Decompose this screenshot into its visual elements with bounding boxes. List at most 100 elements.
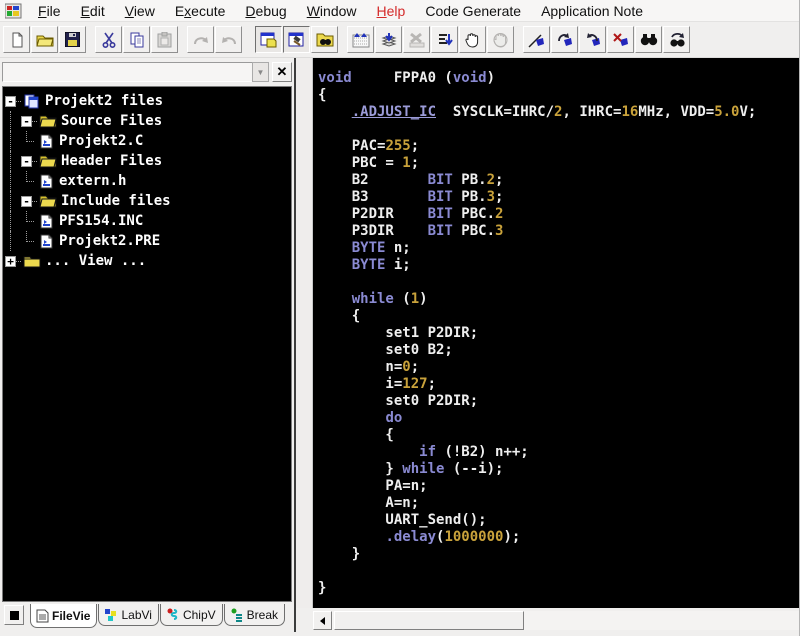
tab-label: ChipV (183, 608, 216, 622)
tree-guide-elbow (19, 231, 35, 251)
stop-button[interactable] (4, 605, 24, 625)
collapse-box-icon[interactable]: - (5, 96, 16, 107)
ide-window: FileEditViewExecuteDebugWindowHelpCode G… (0, 0, 800, 636)
project-file-tree[interactable]: -Projekt2 files-Source FilesProjekt2.C-H… (2, 86, 292, 602)
tree-item-header-files[interactable]: -Header Files (3, 151, 291, 171)
collapse-box-icon[interactable]: - (21, 156, 32, 167)
tree-item-source-files[interactable]: -Source Files (3, 111, 291, 131)
tree-item-include-files[interactable]: -Include files (3, 191, 291, 211)
code-line: UART_Send(); (318, 512, 799, 529)
tree-item-view[interactable]: +... View ... (3, 251, 291, 271)
find-next-button[interactable] (663, 26, 690, 53)
tab-labvi[interactable]: LabVi (98, 604, 158, 626)
find-in-files-button[interactable] (311, 26, 338, 53)
flag-red-x-icon (612, 32, 630, 48)
tree-guide-line (3, 131, 19, 151)
main-area: ▼ ✕ -Projekt2 files-Source FilesProjekt2… (0, 58, 799, 636)
editor-body: void FPPA0 (void){ .ADJUST_IC SYSCLK=IHR… (296, 58, 799, 608)
tree-item-pfs154-inc[interactable]: PFS154.INC (3, 211, 291, 231)
prev-breakpoint-button[interactable] (579, 26, 606, 53)
menu-item-application-note[interactable]: Application Note (531, 1, 653, 21)
code-line: } while (--i); (318, 461, 799, 478)
project-window-button[interactable] (255, 26, 282, 53)
clear-breakpoints-button[interactable] (607, 26, 634, 53)
tree-guide-stub (32, 201, 37, 202)
cut-button[interactable] (95, 26, 122, 53)
code-line: P2DIR BIT PBC.2 (318, 206, 799, 223)
tree-filter-combobox[interactable] (2, 62, 252, 82)
tree-item-label: Projekt2.PRE (59, 233, 160, 249)
list-down-arrow-icon (437, 32, 453, 48)
tree-item-projekt2-files[interactable]: -Projekt2 files (3, 91, 291, 111)
compile-button[interactable] (375, 26, 402, 53)
black-square-icon (10, 611, 19, 620)
file-view-panel: ▼ ✕ -Projekt2 files-Source FilesProjekt2… (2, 60, 292, 632)
tree-guide-line (3, 151, 19, 171)
tab-label: Break (247, 608, 278, 622)
tree-item-projekt2-c[interactable]: Projekt2.C (3, 131, 291, 151)
expand-box-icon[interactable]: + (5, 256, 16, 267)
view-tabs: FileVieLabVi ChipV Break (2, 604, 286, 632)
tree-guide-line (3, 211, 19, 231)
code-line: while (1) (318, 291, 799, 308)
find-button[interactable] (635, 26, 662, 53)
menu-item-view[interactable]: View (115, 1, 165, 21)
save-button[interactable] (59, 26, 86, 53)
menu-item-debug[interactable]: Debug (235, 1, 296, 21)
code-editor[interactable]: void FPPA0 (void){ .ADJUST_IC SYSCLK=IHR… (313, 58, 799, 608)
undo-button (215, 26, 242, 53)
binoculars-arrow-icon (668, 32, 686, 48)
code-line: PBC = 1; (318, 155, 799, 172)
tab-filevie[interactable]: FileVie (30, 604, 97, 628)
toggle-breakpoint-button[interactable] (523, 26, 550, 53)
tree-guide-stub (16, 101, 21, 102)
code-line: if (!B2) n++; (318, 444, 799, 461)
code-line: { (318, 427, 799, 444)
hscrollbar-thumb[interactable] (334, 611, 524, 630)
editor-gutter (296, 58, 313, 608)
copy-button[interactable] (123, 26, 150, 53)
project-files-icon (23, 93, 41, 109)
code-line (318, 121, 799, 138)
source-file-icon (37, 213, 55, 229)
next-breakpoint-button[interactable] (551, 26, 578, 53)
close-icon: ✕ (277, 64, 288, 80)
menu-item-help[interactable]: Help (367, 1, 416, 21)
collapse-box-icon[interactable]: - (21, 116, 32, 127)
close-panel-button[interactable]: ✕ (272, 62, 292, 82)
collapse-box-icon[interactable]: - (21, 196, 32, 207)
chevron-down-icon[interactable]: ▼ (252, 62, 269, 82)
open-file-button[interactable] (31, 26, 58, 53)
tree-item-label: extern.h (59, 173, 126, 189)
code-line: B3 BIT PB.3; (318, 189, 799, 206)
pause-button[interactable] (459, 26, 486, 53)
tree-guide-elbow (19, 211, 35, 231)
lab-view-icon (104, 608, 118, 622)
tree-item-extern-h[interactable]: extern.h (3, 171, 291, 191)
ic-grid-arrows-icon (352, 32, 370, 48)
window-doc-icon (260, 32, 277, 48)
menu-item-execute[interactable]: Execute (165, 1, 236, 21)
code-line: A=n; (318, 495, 799, 512)
code-line: .delay(1000000); (318, 529, 799, 546)
tree-guide-line (3, 231, 19, 251)
scroll-left-button[interactable] (313, 611, 332, 630)
build-button[interactable] (283, 26, 310, 53)
menu-item-code-generate[interactable]: Code Generate (415, 1, 531, 21)
tab-break[interactable]: Break (224, 604, 285, 626)
open-folder-icon (36, 33, 54, 47)
code-line: BYTE n; (318, 240, 799, 257)
menu-item-file[interactable]: File (28, 1, 71, 21)
tree-item-projekt2-pre[interactable]: Projekt2.PRE (3, 231, 291, 251)
code-line: P3DIR BIT PBC.3 (318, 223, 799, 240)
hand-disabled-icon (493, 32, 508, 48)
program-ic-button[interactable] (347, 26, 374, 53)
tab-chipv[interactable]: ChipV (160, 604, 223, 626)
code-line: { (318, 308, 799, 325)
code-line: } (318, 580, 799, 597)
menu-item-edit[interactable]: Edit (71, 1, 115, 21)
menu-item-window[interactable]: Window (297, 1, 367, 21)
new-file-button[interactable] (3, 26, 30, 53)
run-to-line-button[interactable] (431, 26, 458, 53)
editor-hscrollbar[interactable] (313, 611, 799, 630)
